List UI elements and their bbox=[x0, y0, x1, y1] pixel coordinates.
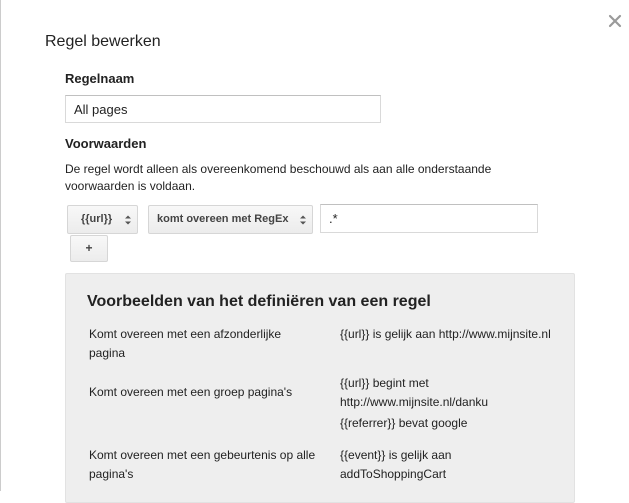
rule-name-label: Regelnaam bbox=[65, 71, 135, 86]
conditions-description: De regel wordt alleen als overeenkomend … bbox=[65, 162, 492, 193]
examples-panel: Voorbeelden van het definiëren van een r… bbox=[65, 273, 575, 503]
operator-select[interactable]: komt overeen met RegEx bbox=[148, 205, 313, 234]
example-condition: {{event}} is gelijk aan addToShoppingCar… bbox=[340, 448, 452, 481]
edit-rule-dialog: Regel bewerken Regelnaam Voorwaarden De … bbox=[0, 0, 629, 503]
add-condition-button[interactable]: + bbox=[70, 235, 108, 262]
examples-title: Voorbeelden van het definiëren van een r… bbox=[87, 293, 431, 310]
variable-select-value: {{url}} bbox=[81, 213, 113, 225]
rule-name-input[interactable] bbox=[65, 95, 381, 123]
variable-select[interactable]: {{url}} bbox=[67, 205, 138, 234]
select-arrows-icon bbox=[300, 215, 306, 225]
example-description: Komt overeen met een groep pagina's bbox=[89, 385, 293, 399]
close-icon bbox=[608, 14, 622, 28]
close-button[interactable] bbox=[604, 10, 626, 32]
conditions-label: Voorwaarden bbox=[65, 136, 147, 151]
example-condition: {{url}} begint met http://www.mijnsite.n… bbox=[340, 376, 489, 409]
dialog-left-border bbox=[0, 0, 1, 491]
select-arrows-icon bbox=[125, 215, 131, 225]
example-description: Komt overeen met een gebeurtenis op alle… bbox=[89, 448, 316, 481]
dialog-title: Regel bewerken bbox=[45, 33, 161, 50]
example-description: Komt overeen met een afzonderlijke pagin… bbox=[89, 327, 282, 360]
condition-value-input[interactable] bbox=[320, 204, 538, 233]
example-condition: {{url}} is gelijk aan http://www.mijnsit… bbox=[340, 327, 551, 341]
example-condition: {{referrer}} bevat google bbox=[340, 416, 468, 430]
operator-select-value: komt overeen met RegEx bbox=[157, 213, 289, 225]
